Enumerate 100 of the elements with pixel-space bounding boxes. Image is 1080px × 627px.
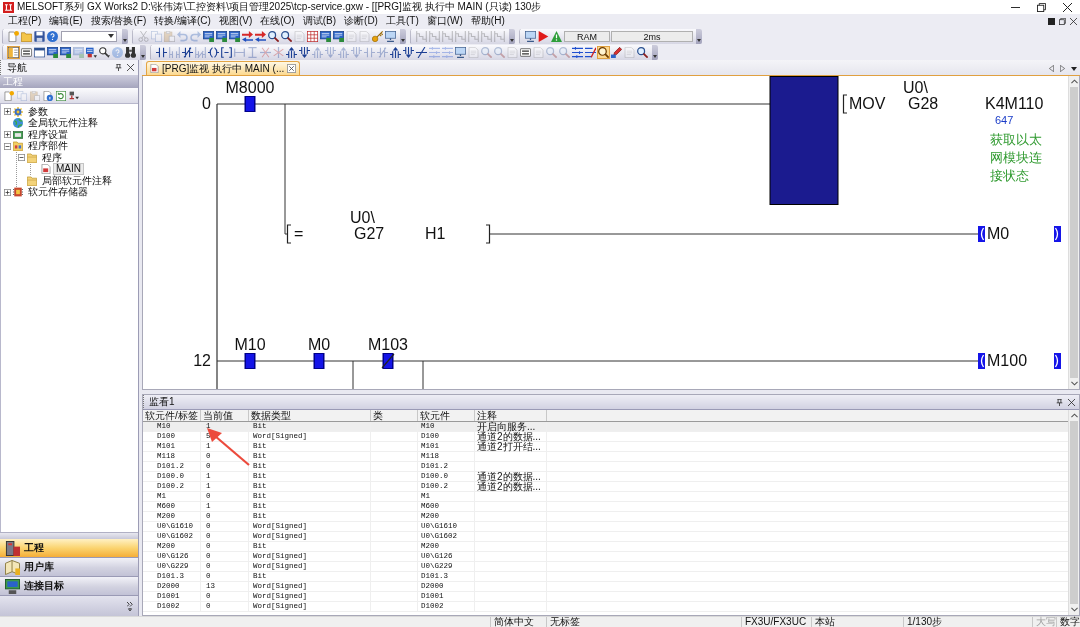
- plus-box-icon[interactable]: [4, 108, 11, 116]
- menu-item[interactable]: 诊断(D): [341, 15, 381, 27]
- column-header[interactable]: 类: [371, 410, 418, 421]
- left-triangle-icon[interactable]: [1049, 65, 1054, 72]
- pin-icon[interactable]: [1056, 398, 1063, 406]
- magnifier-dropdown-icon[interactable]: [99, 46, 110, 58]
- screen-icon[interactable]: [320, 30, 331, 42]
- falling-edge-icon[interactable]: [403, 46, 414, 58]
- scrollbar-thumb[interactable]: [1070, 87, 1078, 378]
- restore-icon[interactable]: [1059, 17, 1066, 25]
- double-chevron-icon[interactable]: [127, 601, 133, 611]
- magnifier-icon[interactable]: [281, 30, 292, 42]
- menu-item[interactable]: 视图(V): [215, 15, 256, 27]
- grid-icon[interactable]: [307, 30, 318, 42]
- screen-icon[interactable]: [203, 30, 214, 42]
- list-icon[interactable]: [21, 46, 32, 58]
- falling-edge-icon[interactable]: [299, 46, 310, 58]
- tree-item[interactable]: 参数: [25, 105, 51, 118]
- column-header[interactable]: 当前值: [201, 410, 249, 421]
- warning-icon[interactable]: [551, 30, 562, 42]
- caret-icon[interactable]: [401, 38, 405, 42]
- contact-icon[interactable]: [156, 46, 167, 58]
- lines-arrow-icon[interactable]: [585, 46, 596, 58]
- scrollbar[interactable]: [1068, 410, 1079, 615]
- slashed-contact-icon[interactable]: [182, 46, 193, 58]
- caret-icon[interactable]: [123, 38, 127, 42]
- pin-icon[interactable]: [115, 64, 122, 71]
- key-icon[interactable]: [372, 30, 383, 42]
- menu-item[interactable]: 转换/编译(C): [151, 15, 214, 27]
- screen-icon[interactable]: [60, 46, 71, 58]
- caret-icon[interactable]: [141, 54, 145, 58]
- splitter-handle[interactable]: [0, 532, 138, 539]
- magnifier-icon[interactable]: [598, 46, 609, 58]
- menu-item[interactable]: 工程(P): [5, 15, 45, 27]
- menu-item[interactable]: 搜索/替换(F): [87, 15, 150, 27]
- coil-icon[interactable]: [208, 46, 219, 58]
- magnifier-icon[interactable]: [637, 46, 648, 58]
- close-icon[interactable]: [127, 64, 134, 71]
- menu-item[interactable]: 编辑(E): [46, 15, 86, 27]
- play-icon[interactable]: [538, 30, 549, 42]
- tree-item[interactable]: MAIN: [53, 163, 84, 176]
- tree-item[interactable]: 程序设置: [25, 128, 71, 141]
- menu-item[interactable]: 工具(T): [382, 15, 422, 27]
- save-icon[interactable]: [34, 30, 45, 42]
- swap-arrows-icon[interactable]: [255, 30, 266, 42]
- menu-item[interactable]: 帮助(H): [467, 15, 508, 27]
- screen-dropdown-icon[interactable]: [86, 46, 97, 58]
- minus-box-icon[interactable]: [18, 154, 25, 162]
- magnifier-icon[interactable]: [268, 30, 279, 42]
- monitor-icon[interactable]: [525, 30, 536, 42]
- column-header[interactable]: 软元件/标签: [143, 410, 201, 421]
- pane-button[interactable]: 连接目标: [0, 577, 138, 596]
- slash-line-icon[interactable]: [416, 46, 427, 58]
- info-document-icon[interactable]: [43, 90, 53, 101]
- menu-item[interactable]: 窗口(W): [423, 15, 466, 27]
- scrollbar-thumb[interactable]: [1070, 421, 1078, 604]
- pen-icon[interactable]: [611, 46, 622, 58]
- lines-icon[interactable]: [572, 46, 583, 58]
- minus-box-icon[interactable]: [4, 142, 11, 150]
- close-icon[interactable]: [1068, 398, 1075, 406]
- menu-item[interactable]: 在线(O): [257, 15, 298, 27]
- window-icon[interactable]: [34, 46, 45, 58]
- restore-icon[interactable]: [1037, 2, 1046, 12]
- swap-arrows-icon[interactable]: [242, 30, 253, 42]
- minimize-icon[interactable]: [1048, 17, 1055, 25]
- panels-icon[interactable]: [8, 46, 19, 58]
- screen-icon[interactable]: [229, 30, 240, 42]
- tree-item[interactable]: 程序: [39, 151, 65, 164]
- caret-icon[interactable]: [697, 38, 701, 42]
- caret-icon[interactable]: [510, 38, 514, 42]
- pane-button[interactable]: 工程: [0, 539, 138, 558]
- tree-item[interactable]: 全局软元件注释: [25, 117, 101, 130]
- combo-field[interactable]: [61, 30, 117, 42]
- plus-box-icon[interactable]: [4, 131, 11, 139]
- help-icon[interactable]: [47, 30, 58, 42]
- screen-icon[interactable]: [47, 46, 58, 58]
- caret-icon[interactable]: [653, 54, 657, 58]
- monitor-icon[interactable]: [385, 30, 396, 42]
- monitor-icon[interactable]: [455, 46, 466, 58]
- rising-edge-icon[interactable]: [390, 46, 401, 58]
- pane-button[interactable]: 用户库: [0, 558, 138, 577]
- column-header[interactable]: 软元件: [418, 410, 475, 421]
- screen-icon[interactable]: [333, 30, 344, 42]
- binoculars-icon[interactable]: [125, 46, 136, 58]
- close-icon[interactable]: [1063, 2, 1072, 12]
- right-triangle-icon[interactable]: [1060, 65, 1065, 72]
- menu-item[interactable]: 调试(B): [299, 15, 340, 27]
- screen-icon[interactable]: [216, 30, 227, 42]
- tool-dropdown-icon[interactable]: [69, 90, 79, 101]
- minimize-icon[interactable]: [1011, 6, 1020, 8]
- close-icon[interactable]: [1070, 17, 1077, 25]
- column-header[interactable]: 注释: [475, 410, 547, 421]
- editor-tab[interactable]: [PRG]监视 执行中 MAIN (...: [146, 61, 301, 75]
- scrollbar[interactable]: [1068, 76, 1079, 389]
- down-triangle-icon[interactable]: [1071, 66, 1077, 71]
- refresh-icon[interactable]: [56, 90, 66, 101]
- list-icon[interactable]: [520, 46, 531, 58]
- tree-item[interactable]: 局部软元件注释: [39, 174, 115, 187]
- rising-edge-icon[interactable]: [286, 46, 297, 58]
- plus-box-icon[interactable]: [4, 188, 11, 196]
